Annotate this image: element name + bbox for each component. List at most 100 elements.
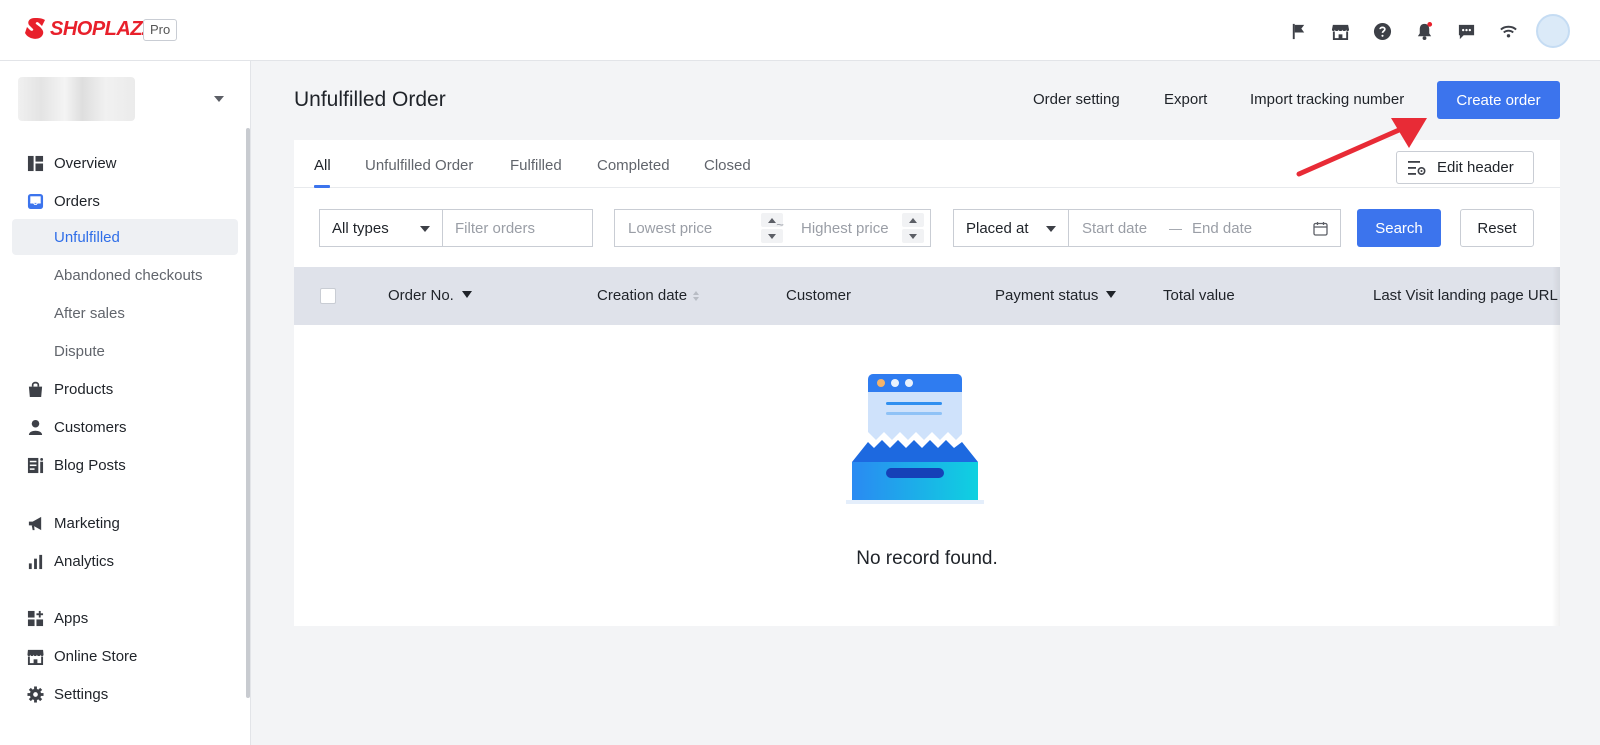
sidebar-item-label: Settings xyxy=(54,685,109,703)
sidebar-item-label: Abandoned checkouts xyxy=(54,266,203,284)
column-customer: Customer xyxy=(786,287,851,304)
top-icons xyxy=(1272,14,1570,48)
column-label: Payment status xyxy=(995,287,1099,304)
active-tab-indicator xyxy=(314,185,330,188)
edit-header-label: Edit header xyxy=(1437,159,1514,176)
column-label: Customer xyxy=(786,287,852,304)
sidebar-item-label: Products xyxy=(54,380,114,398)
chevron-down-icon xyxy=(420,226,430,232)
column-label: Order No. xyxy=(388,287,454,304)
sidebar-item-label: Blog Posts xyxy=(54,456,126,474)
date-range-separator: — xyxy=(1169,220,1183,236)
column-creation-date[interactable]: Creation date xyxy=(597,287,700,304)
sidebar-item-blog-posts[interactable]: Blog Posts xyxy=(12,447,238,483)
sidebar-scrollbar[interactable] xyxy=(246,128,250,698)
sidebar-item-customers[interactable]: Customers xyxy=(12,409,238,445)
reset-button[interactable]: Reset xyxy=(1460,209,1534,247)
sidebar-item-label: Customers xyxy=(54,418,127,436)
lowest-price-placeholder: Lowest price xyxy=(628,219,713,237)
sidebar-item-apps[interactable]: Apps xyxy=(12,600,238,636)
column-label: Creation date xyxy=(597,287,688,304)
chevron-down-icon xyxy=(1046,226,1056,232)
filter-caret-icon[interactable] xyxy=(461,291,472,298)
sidebar-item-orders[interactable]: Orders xyxy=(12,183,238,219)
wifi-icon[interactable] xyxy=(1492,15,1524,47)
store-icon[interactable] xyxy=(1324,15,1356,47)
sidebar-item-label: Orders xyxy=(54,192,100,210)
orders-card: All Unfulfilled Order Fulfilled Complete… xyxy=(294,140,1560,626)
orders-inbox-icon xyxy=(26,192,44,210)
decrement-button[interactable] xyxy=(902,229,924,243)
sidebar-item-overview[interactable]: Overview xyxy=(12,145,238,181)
annotation-arrow xyxy=(1296,118,1427,177)
message-icon[interactable] xyxy=(1450,15,1482,47)
sidebar-item-settings[interactable]: Settings xyxy=(12,676,238,712)
caret-down-icon xyxy=(768,233,776,239)
overview-icon xyxy=(26,154,44,172)
end-date-placeholder: End date xyxy=(1192,219,1253,237)
flag-icon[interactable] xyxy=(1282,15,1314,47)
filter-orders-input[interactable]: Filter orders xyxy=(442,209,593,247)
empty-state-message: No record found. xyxy=(856,548,998,569)
import-tracking-number-button[interactable]: Import tracking number xyxy=(1250,91,1404,108)
caret-down-icon xyxy=(909,233,917,239)
date-range-picker[interactable]: Start date — End date xyxy=(1068,209,1341,247)
sidebar-subitem-abandoned-checkouts[interactable]: Abandoned checkouts xyxy=(12,257,238,293)
chevron-down-icon xyxy=(214,96,224,102)
sidebar-item-analytics[interactable]: Analytics xyxy=(12,543,238,579)
column-order-no[interactable]: Order No. xyxy=(388,287,472,304)
start-date-placeholder: Start date xyxy=(1082,219,1148,237)
sidebar-subitem-unfulfilled[interactable]: Unfulfilled xyxy=(12,219,238,255)
type-select-value: All types xyxy=(332,219,389,237)
top-bar: SHOPLAZZA Pro xyxy=(0,0,1600,61)
gear-icon xyxy=(26,685,44,703)
sidebar-subitem-after-sales[interactable]: After sales xyxy=(12,295,238,331)
create-order-button[interactable]: Create order xyxy=(1437,81,1560,119)
price-range-separator: ~ xyxy=(776,217,784,232)
blog-icon xyxy=(26,456,44,474)
shopping-bag-icon xyxy=(26,380,44,398)
sidebar-subitem-dispute[interactable]: Dispute xyxy=(12,333,238,369)
highest-price-stepper[interactable] xyxy=(902,213,924,243)
sidebar-item-label: Unfulfilled xyxy=(54,228,120,246)
lowest-price-input[interactable]: Lowest price xyxy=(614,209,790,247)
tab-all[interactable]: All xyxy=(314,157,331,174)
highest-price-placeholder: Highest price xyxy=(801,219,889,237)
tab-unfulfilled-order[interactable]: Unfulfilled Order xyxy=(365,157,473,174)
increment-button[interactable] xyxy=(902,213,924,227)
bar-chart-icon xyxy=(26,552,44,570)
sort-icon[interactable] xyxy=(693,291,700,301)
type-select[interactable]: All types xyxy=(319,209,443,247)
search-button[interactable]: Search xyxy=(1357,209,1441,247)
sidebar-item-label: Marketing xyxy=(54,514,120,532)
filter-caret-icon[interactable] xyxy=(1106,291,1117,298)
sidebar-item-label: Apps xyxy=(54,609,89,627)
sidebar-item-marketing[interactable]: Marketing xyxy=(12,505,238,541)
megaphone-icon xyxy=(26,514,44,532)
notification-bell-icon[interactable] xyxy=(1408,15,1440,47)
calendar-icon[interactable] xyxy=(1313,221,1328,236)
select-all-checkbox[interactable] xyxy=(320,288,336,304)
tab-completed[interactable]: Completed xyxy=(597,157,670,174)
sidebar-item-label: Analytics xyxy=(54,552,115,570)
help-icon[interactable] xyxy=(1366,15,1398,47)
orders-table-header: Order No. Creation date Customer Payment… xyxy=(294,267,1560,325)
plan-badge: Pro xyxy=(143,19,178,41)
sidebar-item-label: After sales xyxy=(54,304,125,322)
tab-fulfilled[interactable]: Fulfilled xyxy=(510,157,562,174)
store-name-blurred xyxy=(18,77,135,121)
sidebar-item-online-store[interactable]: Online Store xyxy=(12,638,238,674)
sidebar-item-products[interactable]: Products xyxy=(12,371,238,407)
user-avatar[interactable] xyxy=(1536,14,1570,48)
tab-closed[interactable]: Closed xyxy=(704,157,751,174)
export-button[interactable]: Export xyxy=(1164,91,1207,108)
order-setting-button[interactable]: Order setting xyxy=(1033,91,1120,108)
sidebar-item-label: Overview xyxy=(54,154,117,172)
highest-price-input[interactable]: Highest price xyxy=(789,209,931,247)
sidebar: Overview Orders Unfulfilled Abandoned ch… xyxy=(0,61,251,745)
store-switcher[interactable] xyxy=(18,77,230,121)
date-type-select[interactable]: Placed at xyxy=(953,209,1069,247)
column-label: Total value xyxy=(1163,287,1235,304)
column-payment-status[interactable]: Payment status xyxy=(995,287,1117,304)
empty-box-illustration xyxy=(846,374,984,504)
